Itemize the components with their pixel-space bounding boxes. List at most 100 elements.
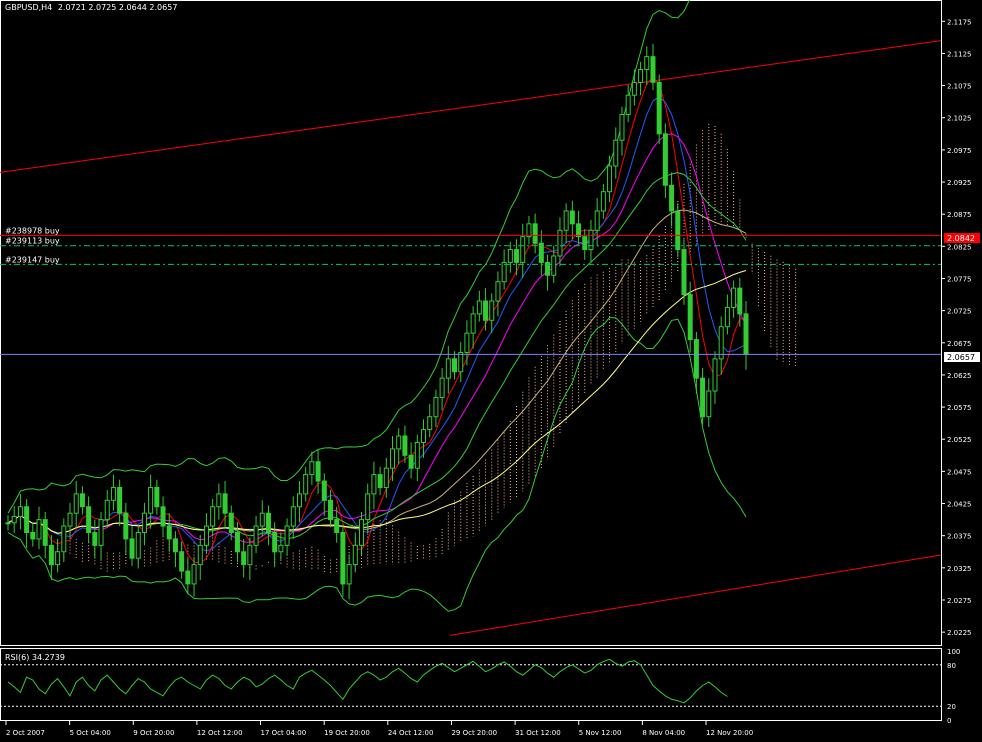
candle-body [334,519,340,533]
candle-body [123,512,129,540]
y-tick-label: 2.0425 [947,501,972,509]
y-tick-label: 2.0375 [947,533,972,541]
candle-body [693,339,699,379]
candle-body [662,133,668,186]
candle-body [67,512,73,527]
candle-body [36,519,42,540]
candle-body [247,544,253,566]
candle-body [514,249,520,263]
x-tick-label: 5 Nov 12:00 [579,729,622,737]
candle-body [92,531,98,546]
candle-body [507,249,513,263]
candle-body [644,56,650,71]
candle-body [470,313,476,334]
x-tick-label: 12 Nov 20:00 [706,729,753,737]
candle-body [687,294,693,341]
order-label: #239113 buy [5,237,60,246]
y-tick-label: 2.0475 [947,468,972,476]
candle-body [73,493,79,514]
candle-body [210,506,216,527]
candle-body [17,506,23,517]
candle-body [197,544,203,566]
y-tick-label: 2.1075 [947,83,972,91]
candle-body [557,229,563,257]
candle-body [30,531,36,540]
candle-body [464,332,470,353]
price-chart[interactable]: #238978 buy #239113 buy #239147 buy 2.1175… [0,0,982,742]
y-tick-label: 2.0225 [947,629,972,637]
candle-body [421,429,427,443]
x-tick-label: 29 Oct 20:00 [451,729,497,737]
candle-body [613,139,619,167]
candle-body [185,570,191,585]
x-tick-label: 31 Oct 12:00 [515,729,561,737]
candle-body [253,525,259,546]
candle-body [272,531,278,553]
rsi-level-label: 100 [947,648,960,656]
candle-body [520,236,526,263]
candle-body [172,538,178,553]
candle-body [216,493,222,508]
x-tick-label: 8 Nov 04:00 [642,729,685,737]
candle-body [619,114,625,141]
candle-body [569,210,575,225]
y-tick-label: 2.0275 [947,597,972,605]
candle-body [98,519,104,546]
x-tick-label: 12 Oct 12:00 [197,729,243,737]
candle-body [228,512,234,533]
candle-body [79,493,85,508]
candle-body [203,525,209,546]
rsi-label: RSI(6) 34.2739 [5,653,65,662]
candle-body [737,287,743,315]
candle-body [576,223,582,238]
order-label: #239147 buy [5,255,60,264]
y-tick-label: 2.0975 [947,147,972,155]
y-tick-label: 2.0775 [947,275,972,283]
candle-body [290,506,296,527]
candle-body [321,480,327,501]
candle-body [594,210,600,231]
x-tick-label: 5 Oct 04:00 [70,729,111,737]
candle-body [86,506,92,533]
candle-body [55,551,61,566]
candle-body [222,493,228,514]
rsi-level-label: 20 [947,703,956,711]
candle-body [234,531,240,553]
candle-body [452,358,458,373]
candle-body [390,448,396,469]
candle-body [607,165,613,193]
candle-body [402,435,408,456]
header-title: GBPUSD,H4 2.0721 2.0725 2.0644 2.0657 [5,3,177,12]
candle-body [303,474,309,495]
candle-body [625,94,631,116]
candle-body [445,358,451,379]
candle-body [148,486,154,514]
candle-body [166,525,172,540]
y-tick-label: 2.0575 [947,404,972,412]
candle-body [656,81,662,135]
candle-body [414,441,420,469]
candle-body [526,223,532,238]
candle-body [284,525,290,546]
candle-body [327,499,333,521]
candle-body [706,390,712,418]
candle-body [365,493,371,521]
candle-body [396,435,402,450]
x-tick-label: 17 Oct 04:00 [261,729,307,737]
candle-body [638,69,644,83]
x-tick-label: 2 Oct 2007 [6,729,45,737]
candle-body [352,544,358,566]
candle-body [408,454,414,469]
candle-body [588,229,594,251]
candle-body [241,551,247,566]
candle-body [104,499,110,521]
candle-body [681,249,687,296]
candle-body [731,287,737,308]
y-tick-label: 2.1175 [947,18,972,26]
x-tick-label: 19 Oct 20:00 [324,729,370,737]
candle-body [501,261,507,283]
candle-body [141,512,147,533]
candle-body [154,486,160,508]
current-price-tag-text: 2.0657 [947,353,975,362]
candle-body [42,519,48,546]
